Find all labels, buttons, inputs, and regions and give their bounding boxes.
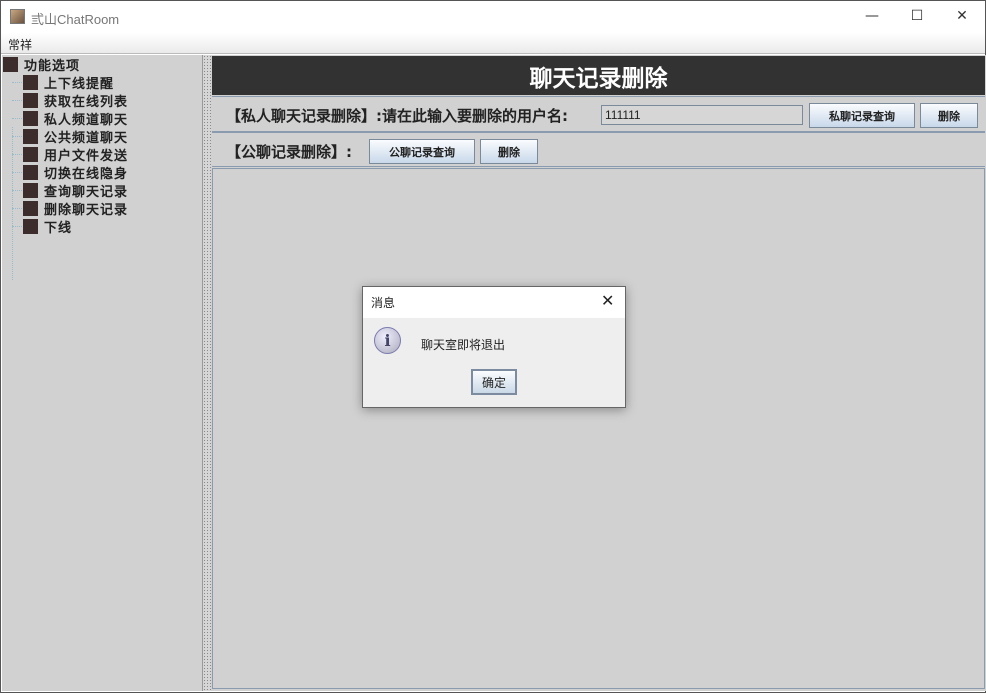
leaf-icon [23,129,38,144]
leaf-icon [23,219,38,234]
tree-item-label: 私人频道聊天 [44,109,128,128]
maximize-button[interactable]: ☐ [894,1,940,31]
tree-item[interactable]: 上下线提醒 [23,73,114,91]
window-title: 弎山ChatRoom [31,9,119,28]
public-query-button[interactable]: 公聊记录查询 [369,139,475,164]
public-delete-button[interactable]: 删除 [480,139,538,164]
tree-line [12,136,22,137]
private-delete-button[interactable]: 删除 [920,103,978,128]
leaf-icon [23,183,38,198]
tree-root-label: 功能选项 [24,55,80,74]
minimize-button[interactable]: — [849,1,895,31]
page-title: 聊天记录删除 [212,56,985,95]
public-delete-label: 【公聊记录删除】: [226,141,352,162]
tree-line [12,208,22,209]
tree-item-label: 下线 [44,217,72,236]
leaf-icon [23,111,38,126]
tree-line [12,226,22,227]
leaf-icon [23,165,38,180]
tree-item[interactable]: 切换在线隐身 [23,163,128,181]
dialog-close-icon[interactable]: ✕ [601,291,614,310]
dialog-title-bar: 消息 ✕ [363,287,625,318]
leaf-icon [23,201,38,216]
app-icon [10,9,25,24]
tree-item-label: 公共频道聊天 [44,127,128,146]
tree-item[interactable]: 下线 [23,217,72,235]
tree-item[interactable]: 获取在线列表 [23,91,128,109]
tree-item-label: 获取在线列表 [44,91,128,110]
tree-line [12,118,22,119]
tree-item[interactable]: 私人频道聊天 [23,109,128,127]
public-delete-row: 【公聊记录删除】: [212,132,985,167]
message-dialog: 消息 ✕ i 聊天室即将退出 确定 [362,286,626,408]
tree-item-label: 删除聊天记录 [44,199,128,218]
menu-item[interactable]: 常祥 [8,36,32,53]
ok-button[interactable]: 确定 [471,369,517,395]
menu-bar: 常祥 [1,33,985,54]
close-button[interactable]: ✕ [939,1,985,31]
tree-item-label: 查询聊天记录 [44,181,128,200]
tree-item[interactable]: 用户文件发送 [23,145,128,163]
folder-icon [3,57,18,72]
username-input[interactable] [601,105,803,125]
private-query-button[interactable]: 私聊记录查询 [809,103,915,128]
split-pane-divider[interactable] [203,55,211,691]
leaf-icon [23,147,38,162]
tree-item-label: 上下线提醒 [44,73,114,92]
title-bar: 弎山ChatRoom — ☐ ✕ [1,1,985,33]
tree-line [12,154,22,155]
tree-item-label: 切换在线隐身 [44,163,128,182]
tree-line [12,82,22,83]
leaf-icon [23,75,38,90]
tree-line [12,190,22,191]
tree-root[interactable]: 功能选项 [3,55,80,73]
tree-line [12,172,22,173]
leaf-icon [23,93,38,108]
tree-line [12,127,13,280]
content-area [212,168,985,689]
tree-item[interactable]: 删除聊天记录 [23,199,128,217]
tree-line [12,100,22,101]
tree-item[interactable]: 公共频道聊天 [23,127,128,145]
dialog-title: 消息 [371,294,395,311]
info-icon: i [374,327,401,354]
function-tree: 功能选项 上下线提醒获取在线列表私人频道聊天公共频道聊天用户文件发送切换在线隐身… [2,55,203,691]
private-delete-label: 【私人聊天记录删除】:请在此输入要删除的用户名: [226,105,568,126]
app-window: 弎山ChatRoom — ☐ ✕ 常祥 功能选项 上下线提醒获取在线列表私人频道… [0,0,986,693]
tree-item[interactable]: 查询聊天记录 [23,181,128,199]
tree-item-label: 用户文件发送 [44,145,128,164]
dialog-message: 聊天室即将退出 [421,336,505,353]
